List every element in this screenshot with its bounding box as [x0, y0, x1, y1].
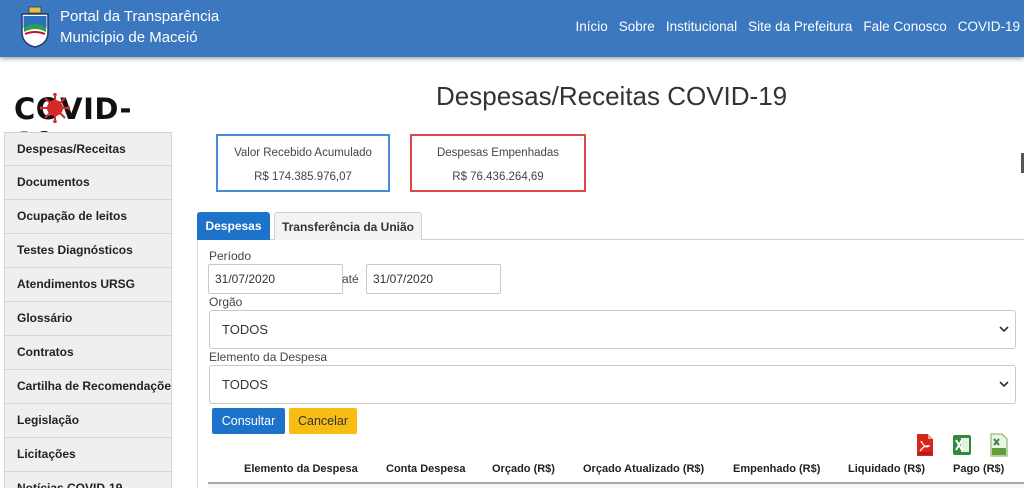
nav-sobre[interactable]: Sobre: [619, 19, 655, 34]
tab-despesas[interactable]: Despesas: [197, 212, 270, 240]
col-orcado-atualizado[interactable]: Orçado Atualizado (R$): [583, 463, 704, 479]
page-title: Despesas/Receitas COVID-19: [436, 81, 788, 111]
sidebar-item-contratos[interactable]: Contratos: [4, 336, 172, 370]
orgao-selected-value: TODOS: [222, 322, 268, 337]
sidebar-menu: Despesas/Receitas Documentos Ocupação de…: [4, 132, 172, 488]
chevron-down-icon: [999, 326, 1009, 333]
col-orcado[interactable]: Orçado (R$): [492, 463, 555, 479]
col-empenhado[interactable]: Empenhado (R$): [733, 463, 820, 479]
sidebar-item-glossario[interactable]: Glossário: [4, 302, 172, 336]
date-to-input[interactable]: 31/07/2020: [366, 264, 501, 294]
elemento-selected-value: TODOS: [222, 377, 268, 392]
sidebar-item-cartilha[interactable]: Cartilha de Recomendações: [4, 370, 172, 404]
brand-title: Portal da Transparência: [60, 8, 220, 25]
table-header-divider: [208, 482, 1024, 488]
card-value: R$ 76.436.264,69: [452, 171, 544, 183]
sidebar-item-atendimentos[interactable]: Atendimentos URSG: [4, 268, 172, 302]
col-elemento-despesa[interactable]: Elemento da Despesa: [244, 463, 358, 479]
card-value: R$ 174.385.976,07: [254, 171, 352, 183]
sidebar-item-licitacoes[interactable]: Licitações: [4, 438, 172, 472]
card-label: Valor Recebido Acumulado: [234, 147, 372, 159]
sidebar-item-documentos[interactable]: Documentos: [4, 166, 172, 200]
sidebar-item-testes[interactable]: Testes Diagnósticos: [4, 234, 172, 268]
virus-icon: [40, 93, 70, 123]
brand-subtitle: Município de Maceió: [60, 29, 198, 46]
elemento-select[interactable]: TODOS: [209, 365, 1016, 404]
portal-brand[interactable]: Portal da Transparência Município de Mac…: [60, 6, 219, 48]
municipal-crest-icon[interactable]: [20, 6, 50, 48]
consultar-button[interactable]: Consultar: [212, 408, 285, 434]
orgao-select[interactable]: TODOS: [209, 310, 1016, 349]
orgao-label: Orgão: [209, 295, 243, 309]
nav-site-prefeitura[interactable]: Site da Prefeitura: [748, 19, 852, 34]
excel-icon[interactable]: [952, 433, 972, 457]
sidebar-item-ocupacao-leitos[interactable]: Ocupação de leitos: [4, 200, 172, 234]
covid-logo: COVID-19: [14, 92, 164, 160]
despesas-empenhadas-card: Despesas Empenhadas R$ 76.436.264,69: [410, 134, 586, 192]
card-label: Despesas Empenhadas: [436, 147, 560, 159]
col-conta-despesa[interactable]: Conta Despesa: [386, 463, 465, 479]
csv-icon[interactable]: [989, 433, 1009, 457]
tab-bar: Despesas Transferência da União: [197, 212, 1024, 240]
tab-transferencia-uniao[interactable]: Transferência da União: [274, 212, 422, 240]
date-from-input[interactable]: 31/07/2020: [208, 264, 343, 294]
nav-institucional[interactable]: Institucional: [666, 19, 737, 34]
nav-inicio[interactable]: Início: [576, 19, 608, 34]
sidebar-item-legislacao[interactable]: Legislação: [4, 404, 172, 438]
top-nav: Início Sobre Institucional Site da Prefe…: [565, 19, 1021, 34]
date-separator: até: [342, 272, 359, 286]
sidebar-item-noticias[interactable]: Notícias COVID-19: [4, 472, 172, 488]
nav-fale-conosco[interactable]: Fale Conosco: [863, 19, 946, 34]
valor-recebido-card: Valor Recebido Acumulado R$ 174.385.976,…: [216, 134, 390, 192]
cancelar-button[interactable]: Cancelar: [289, 408, 357, 434]
elemento-label: Elemento da Despesa: [209, 350, 328, 364]
top-header: Portal da Transparência Município de Mac…: [0, 0, 1024, 57]
col-liquidado[interactable]: Liquidado (R$): [848, 463, 925, 479]
sidebar-item-despesas-receitas[interactable]: Despesas/Receitas: [4, 132, 172, 166]
col-pago[interactable]: Pago (R$): [953, 463, 1004, 479]
nav-covid[interactable]: COVID-19: [958, 19, 1020, 34]
pdf-icon[interactable]: [915, 433, 935, 457]
chevron-down-icon: [999, 381, 1009, 388]
periodo-label: Período: [209, 249, 252, 263]
